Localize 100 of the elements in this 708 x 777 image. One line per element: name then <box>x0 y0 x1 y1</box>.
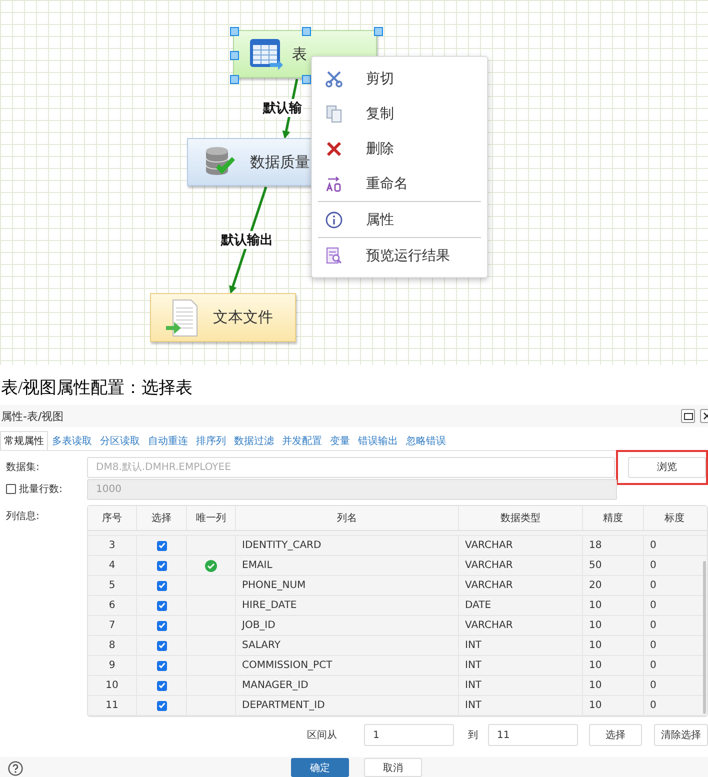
table-cell-text: 0 <box>649 639 658 653</box>
table-cell: 3 <box>88 536 137 555</box>
column-header: 标度 <box>664 512 686 526</box>
table-cell-text: 0 <box>649 699 658 713</box>
tab[interactable]: 忽略错误 <box>402 431 450 450</box>
range-start-field[interactable]: 1 <box>364 724 454 746</box>
maximize-button[interactable] <box>681 409 695 423</box>
table-cell: 50 <box>583 556 644 575</box>
column-header: 序号 <box>88 506 137 530</box>
table-cell: MANAGER_ID <box>236 676 459 695</box>
column-header: 列名 <box>236 506 459 530</box>
table-cell: DATE <box>459 596 583 615</box>
selection-handle[interactable] <box>374 27 383 36</box>
field-label: 列信息: <box>5 510 40 524</box>
table-cell: INT <box>459 676 583 695</box>
selection-handle[interactable] <box>230 75 239 84</box>
clear-selection-button[interactable]: 清除选择 <box>654 724 708 746</box>
tab[interactable]: 自动重连 <box>144 431 192 450</box>
table-cell: 10 <box>88 676 137 695</box>
menu-item[interactable]: 预览运行结果 <box>317 238 482 273</box>
table-cell: 8 <box>88 636 137 655</box>
checkbox[interactable] <box>156 680 166 690</box>
table-cell-text: 0 <box>649 619 658 633</box>
table-cell: 4 <box>88 556 137 575</box>
document-search-icon <box>325 246 343 264</box>
selection-handle[interactable] <box>230 51 239 60</box>
flow-node[interactable]: 文本文件 <box>150 293 296 342</box>
table-cell: COMMISSION_PCT <box>236 656 459 675</box>
tab[interactable]: 错误输出 <box>354 431 402 450</box>
select-button[interactable]: 选择 <box>589 724 642 746</box>
dialog-title: 属性-表/视图 <box>1 408 64 424</box>
rename-icon <box>325 174 343 192</box>
field-label: 区间从 <box>307 728 337 742</box>
copy-icon <box>325 104 343 122</box>
table-cell-text: 0 <box>649 659 658 673</box>
tab[interactable]: 常规属性 <box>0 431 48 450</box>
menu-item[interactable]: 复制 <box>317 96 482 131</box>
tab[interactable]: 并发配置 <box>278 431 326 450</box>
checkbox[interactable] <box>156 560 166 570</box>
tab[interactable]: 数据过滤 <box>230 431 278 450</box>
table-cell: HIRE_DATE <box>236 596 459 615</box>
table-cell: 10 <box>583 656 644 675</box>
table-cell: PHONE_NUM <box>236 576 459 595</box>
checkbox[interactable] <box>156 640 166 650</box>
table-cell: VARCHAR <box>459 576 583 595</box>
table-cell: 11 <box>88 696 137 715</box>
node-label: 文本文件 <box>213 308 273 327</box>
checkbox[interactable] <box>156 700 166 710</box>
table-cell: VARCHAR <box>459 536 583 555</box>
scissors-icon <box>325 70 343 88</box>
table-cell: DEPARTMENT_ID <box>236 696 459 715</box>
checkbox[interactable] <box>156 620 166 630</box>
table-cell-text: 0 <box>649 559 658 573</box>
table-cell: INT <box>459 636 583 655</box>
browse-button[interactable]: 浏览 <box>628 456 706 478</box>
node-label: 表 <box>292 44 307 64</box>
help-icon[interactable] <box>8 761 23 776</box>
checkbox[interactable] <box>156 660 166 670</box>
checkbox[interactable] <box>156 580 166 590</box>
field-label: 数据集: <box>5 461 40 474</box>
info-icon <box>325 210 343 228</box>
checkbox[interactable] <box>6 484 16 494</box>
checkbox[interactable] <box>156 600 166 610</box>
table-cell: INT <box>459 696 583 715</box>
table-cell: JOB_ID <box>236 616 459 635</box>
tab[interactable]: 变量 <box>326 431 354 450</box>
table-cell: INT <box>459 656 583 675</box>
table-cell: 10 <box>583 596 644 615</box>
edge-label: 默认输出 <box>220 231 274 249</box>
table-cell: 10 <box>583 636 644 655</box>
selection-handle[interactable] <box>230 27 239 36</box>
delete-icon <box>325 140 343 158</box>
table-cell: 6 <box>88 596 137 615</box>
menu-item[interactable]: 属性 <box>317 202 482 237</box>
field-label: 批量行数: <box>19 482 62 496</box>
table-cell: VARCHAR <box>459 556 583 575</box>
table-cell: 10 <box>583 676 644 695</box>
table-cell: 18 <box>583 536 644 555</box>
cancel-button[interactable]: 取消 <box>364 758 422 777</box>
selection-handle[interactable] <box>302 27 311 36</box>
table-cell: VARCHAR <box>459 616 583 635</box>
checkbox[interactable] <box>156 540 166 550</box>
node-label: 数据质量 <box>250 152 310 172</box>
table-cell: SALARY <box>236 636 459 655</box>
column-header: 精度 <box>583 506 644 530</box>
column-header: 选择 <box>137 506 187 530</box>
range-end-field[interactable]: 11 <box>488 724 578 746</box>
table-cell: 5 <box>88 576 137 595</box>
tab[interactable]: 多表读取 <box>48 431 96 450</box>
table-cell: EMAIL <box>236 556 459 575</box>
table-cell: 9 <box>88 656 137 675</box>
ok-button[interactable]: 确定 <box>291 758 349 777</box>
table-cell: 20 <box>583 576 644 595</box>
field-label: 到 <box>468 729 478 742</box>
table-cell: 10 <box>583 696 644 715</box>
tab[interactable]: 分区读取 <box>96 431 144 450</box>
tab[interactable]: 排序列 <box>192 431 230 450</box>
dataset-field[interactable]: DM8.默认.DMHR.EMPLOYEE <box>87 456 615 478</box>
table-window-icon <box>248 36 284 72</box>
selection-handle[interactable] <box>302 75 311 84</box>
